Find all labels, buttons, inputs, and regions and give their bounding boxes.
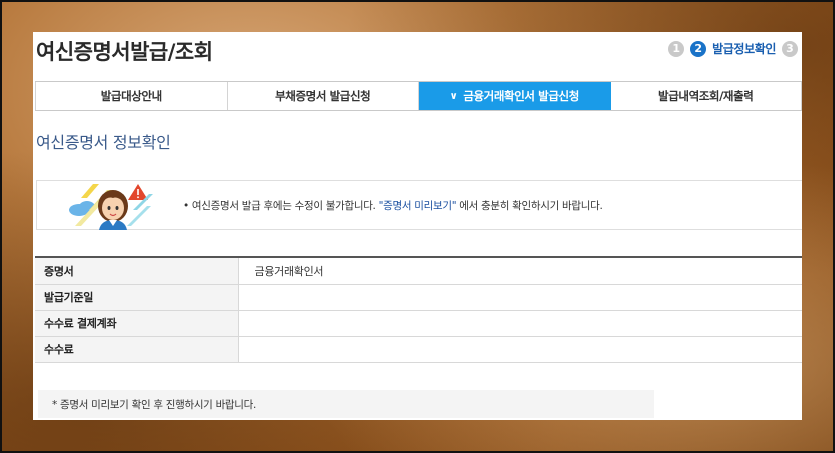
window-frame [0, 0, 835, 453]
